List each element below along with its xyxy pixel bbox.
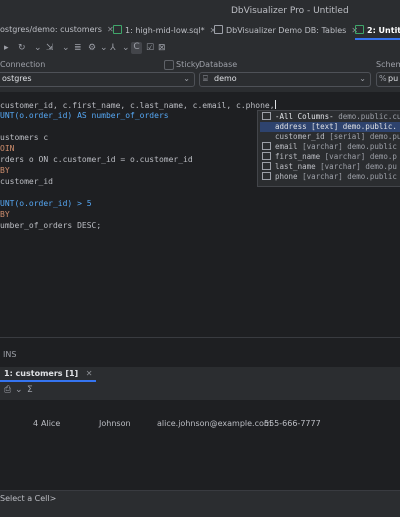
result-tab-label: 1: customers [1]: [4, 369, 79, 378]
tab-label: DbVisualizer Demo DB: Tables: [226, 26, 347, 35]
column-icon: [262, 142, 271, 150]
chevron-down-icon: ⌄: [183, 74, 190, 83]
schema-icon: %: [379, 74, 387, 83]
code-line-2: UNT(o.order_id) AS number_of_orders: [0, 111, 169, 120]
cell-last-name[interactable]: Johnson: [99, 419, 131, 428]
table-icon: [214, 25, 223, 34]
table-icon: [262, 112, 271, 120]
autocomplete-item[interactable]: email [varchar] demo.public: [260, 142, 400, 152]
chevron-down-icon[interactable]: ⌄: [62, 43, 70, 53]
tab-demo-db-tables[interactable]: DbVisualizer Demo DB: Tables ✕: [214, 25, 358, 35]
sql-file-icon: [113, 25, 122, 34]
database-value: demo: [214, 74, 237, 83]
sticky-label: Sticky: [176, 60, 200, 69]
connection-select[interactable]: ostgres ⌄: [0, 72, 195, 87]
database-label: Database: [199, 60, 238, 69]
chevron-down-icon[interactable]: ⌄: [15, 385, 23, 395]
connection-bar: Connection ostgres ⌄ Sticky Database ⌸ d…: [0, 58, 400, 93]
text-caret: [274, 100, 276, 109]
cell-first-name[interactable]: Alice: [41, 419, 60, 428]
insert-mode-indicator: INS: [3, 350, 17, 359]
autocomplete-item-selected[interactable]: address [text] demo.public.: [260, 122, 400, 132]
chevron-down-icon[interactable]: ⌄: [100, 43, 108, 53]
gear-icon[interactable]: ⚙: [88, 43, 96, 53]
code-line-4: ustomers c: [0, 133, 49, 142]
autocomplete-popup: -All Columns- demo.public.cust address […: [257, 110, 400, 187]
code-line-5: OIN: [0, 144, 15, 153]
refresh-icon[interactable]: ↻: [18, 43, 26, 53]
status-text: Select a Cell>: [0, 494, 57, 503]
editor-tabs: ostgres/demo: customers ✕ 1: high-mid-low…: [0, 22, 400, 41]
autocomplete-item[interactable]: phone [varchar] demo.public: [260, 172, 400, 182]
sql-file-icon: [355, 25, 364, 34]
database-icon: ⌸: [203, 74, 208, 83]
title-bar: DbVisualizer Pro - Untitled: [0, 0, 400, 24]
cell-customer-id[interactable]: 4: [33, 419, 38, 428]
tab-customers[interactable]: ostgres/demo: customers ✕: [0, 25, 114, 34]
window-title: DbVisualizer Pro - Untitled: [231, 6, 349, 16]
schema-select[interactable]: % pu: [376, 72, 400, 87]
table-row[interactable]: 4 Alice Johnson alice.johnson@example.co…: [0, 417, 400, 431]
close-icon[interactable]: ✕: [86, 369, 93, 378]
schema-label: Schema: [376, 60, 400, 69]
results-tab-bar: 1: customers [1] ✕: [0, 367, 400, 383]
code-line-10: UNT(o.order_id) > 5: [0, 199, 92, 208]
key-icon: [262, 132, 271, 140]
tab-label: 1: high-mid-low.sql*: [125, 26, 205, 35]
run-icon[interactable]: ▸: [4, 43, 9, 53]
sum-icon[interactable]: Σ: [27, 385, 33, 395]
connection-label: Connection: [0, 60, 46, 69]
connection-value: ostgres: [2, 74, 32, 83]
transaction-icon[interactable]: ⅄: [110, 43, 116, 53]
autocomplete-item[interactable]: -All Columns- demo.public.cust: [260, 112, 400, 122]
list-icon[interactable]: ≣: [74, 43, 82, 53]
editor-toolbar: ▸ ↻ ⌄ ⇲ ⌄ ≣ ⚙ ⌄ ⅄ ⌄ C ☑ ⊠: [0, 40, 400, 58]
autocomplete-item[interactable]: first_name [varchar] demo.p: [260, 152, 400, 162]
tab-label: ostgres/demo: customers: [0, 25, 102, 34]
step-icon[interactable]: ⇲: [46, 43, 54, 53]
chevron-down-icon[interactable]: ⌄: [122, 43, 130, 53]
status-bar: Select a Cell>: [0, 490, 400, 517]
cell-email[interactable]: alice.johnson@example.com: [157, 419, 272, 428]
commit-icon[interactable]: ☑: [146, 43, 154, 53]
results-toolbar: ⎙ ⌄ Σ: [0, 382, 400, 400]
code-line-11: BY: [0, 210, 10, 219]
column-icon: [262, 172, 271, 180]
code-line-6: rders o ON c.customer_id = o.customer_id: [0, 155, 193, 164]
column-icon: [262, 122, 271, 130]
code-line-8: customer_id: [0, 177, 53, 186]
tab-label: 2: Untitled: [367, 26, 400, 35]
code-line-7: BY: [0, 166, 10, 175]
export-icon[interactable]: ⎙: [4, 385, 11, 395]
rollback-icon[interactable]: ⊠: [158, 43, 166, 53]
column-icon: [262, 152, 271, 160]
code-line-1: customer_id, c.first_name, c.last_name, …: [0, 100, 276, 110]
auto-commit-icon[interactable]: C: [131, 42, 142, 54]
editor-status-strip: INS: [0, 337, 400, 368]
database-select[interactable]: ⌸ demo ⌄: [199, 72, 371, 87]
results-grid: 4 Alice Johnson alice.johnson@example.co…: [0, 400, 400, 490]
schema-value: pu: [388, 74, 399, 83]
tab-high-mid-low[interactable]: 1: high-mid-low.sql* ✕: [113, 25, 216, 35]
chevron-down-icon[interactable]: ⌄: [34, 43, 42, 53]
tab-customers-result[interactable]: 1: customers [1] ✕: [0, 367, 97, 382]
cell-phone[interactable]: 555-666-7777: [264, 419, 321, 428]
chevron-down-icon: ⌄: [359, 74, 366, 83]
tab-untitled[interactable]: 2: Untitled: [355, 25, 400, 40]
autocomplete-item[interactable]: last_name [varchar] demo.pu: [260, 162, 400, 172]
autocomplete-item[interactable]: customer_id [serial] demo.pu: [260, 132, 400, 142]
column-icon: [262, 162, 271, 170]
sticky-checkbox[interactable]: [164, 60, 174, 70]
code-line-12: umber_of_orders DESC;: [0, 221, 102, 230]
